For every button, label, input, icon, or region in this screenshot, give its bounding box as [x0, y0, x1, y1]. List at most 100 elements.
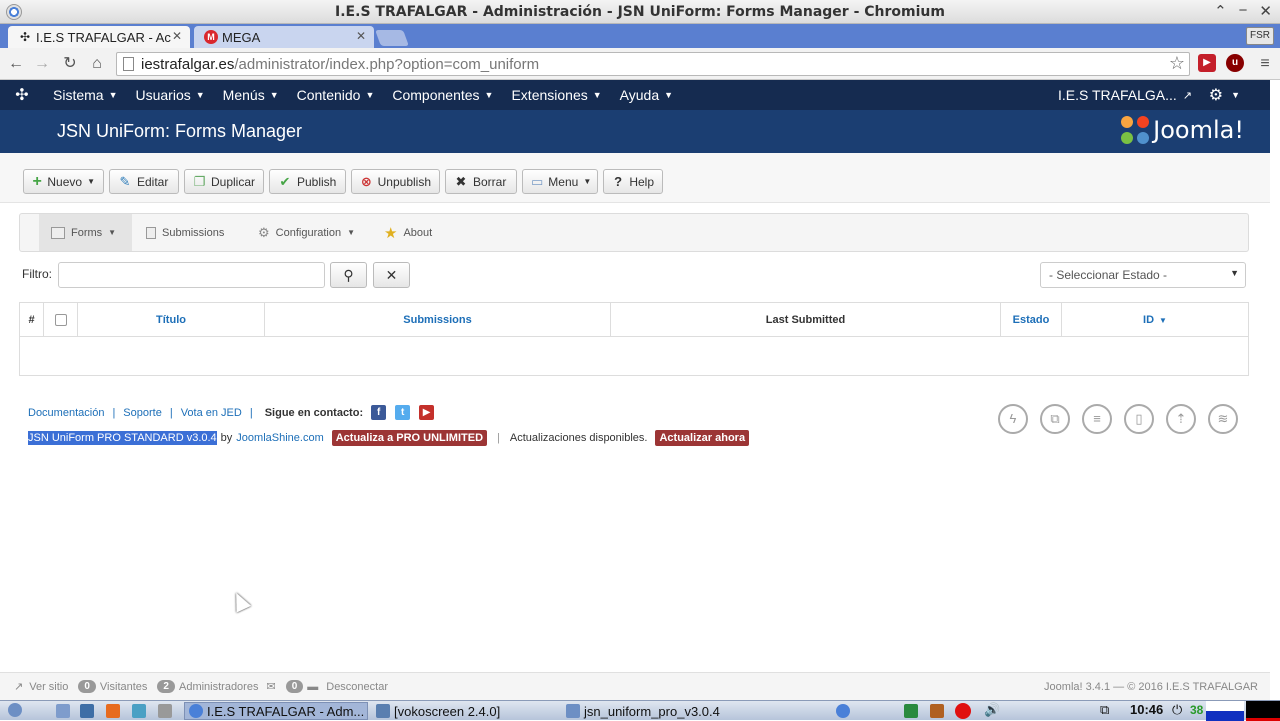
select-all-cell [44, 303, 78, 337]
menu-componentes[interactable]: Componentes ▼ [383, 87, 502, 103]
firefox-icon[interactable] [106, 704, 120, 718]
file-manager-icon[interactable] [56, 704, 70, 718]
tab-mega[interactable]: M MEGA ✕ [194, 26, 374, 48]
update-now-button[interactable]: Actualizar ahora [655, 430, 750, 446]
youtube-icon[interactable]: ▶ [419, 405, 435, 420]
forward-arrow-icon[interactable]: → [32, 54, 52, 74]
subnav-about[interactable]: ★ About [372, 214, 444, 251]
page-icon [123, 57, 134, 71]
clear-filter-button[interactable]: ✕ [373, 262, 410, 288]
caret-down-icon: ▼ [365, 90, 375, 100]
logout-link[interactable]: Desconectar [326, 681, 388, 693]
taskbar-folder[interactable]: jsn_uniform_pro_v3.0.4 [562, 702, 792, 720]
external-link-icon: ↗ [14, 681, 24, 693]
home-icon[interactable]: ⌂ [87, 54, 107, 74]
upgrade-badge[interactable]: Actualiza a PRO UNLIMITED [331, 430, 488, 446]
joomla-menu-icon[interactable]: ✣ [0, 85, 44, 105]
close-icon: ✖ [455, 173, 467, 189]
window-maximize-button[interactable]: ⌃ [1214, 2, 1227, 20]
power-icon[interactable]: ⏻ [1172, 702, 1182, 718]
nuevo-button[interactable]: + Nuevo ▼ [23, 169, 104, 194]
bookmark-star-icon[interactable]: ☆ [1169, 53, 1185, 74]
twitter-icon[interactable]: t [395, 405, 411, 420]
column-last-submitted: Last Submitted [611, 303, 1001, 337]
filter-label: Filtro: [22, 267, 52, 281]
extension-icon[interactable]: ▶ [1198, 54, 1216, 72]
menu-usuarios[interactable]: Usuarios ▼ [127, 87, 214, 103]
column-state[interactable]: Estado [1001, 303, 1062, 337]
menu-menus[interactable]: Menús ▼ [214, 87, 288, 103]
tab-close-icon[interactable]: ✕ [356, 29, 366, 43]
site-link[interactable]: I.E.S TRAFALGA... ↗ [1058, 87, 1192, 103]
profile-badge[interactable]: FSR [1246, 27, 1274, 45]
window-icon[interactable] [158, 704, 172, 718]
menu-extensiones[interactable]: Extensiones ▼ [502, 87, 610, 103]
documentacion-link[interactable]: Documentación [28, 407, 104, 419]
soporte-link[interactable]: Soporte [123, 407, 162, 419]
subnav-submissions[interactable]: Submissions [134, 214, 236, 251]
database-icon[interactable]: ≡ [1082, 404, 1112, 434]
tray-app-icon[interactable] [904, 704, 918, 718]
subnav-forms[interactable]: Forms ▼ [39, 214, 132, 251]
joomla-top-menu: ✣ Sistema ▼ Usuarios ▼ Menús ▼ Contenido ▼ C… [0, 80, 1270, 110]
window-close-button[interactable]: ✕ [1259, 2, 1272, 20]
search-button[interactable]: ⚲ [330, 262, 367, 288]
mobile-icon[interactable]: ▯ [1124, 404, 1154, 434]
user-settings-menu[interactable]: ⚙ ▼ [1209, 85, 1240, 105]
launcher-icon[interactable] [80, 704, 94, 718]
back-arrow-icon[interactable]: ← [6, 54, 26, 74]
address-bar[interactable]: iestrafalgar.es/administrator/index.php?… [116, 52, 1190, 76]
unpublish-button[interactable]: ⊗ Unpublish [351, 169, 440, 194]
monitor-icon[interactable] [132, 704, 146, 718]
vendor-link[interactable]: JoomlaShine.com [236, 432, 323, 444]
tab-trafalgar[interactable]: ✣ I.E.S TRAFALGAR - Ac ✕ [8, 26, 190, 48]
filter-input[interactable] [58, 262, 325, 288]
ver-sitio-link[interactable]: Ver sitio [29, 681, 68, 693]
close-icon: ✕ [385, 267, 398, 283]
reload-icon[interactable]: ↻ [60, 54, 80, 74]
ublock-icon[interactable]: u [1226, 54, 1244, 72]
mail-icon[interactable]: ✉ [266, 680, 275, 693]
borrar-button[interactable]: ✖ Borrar [445, 169, 517, 194]
check-icon: ✔ [279, 173, 291, 189]
menu-button[interactable]: ▭ Menu ▼ [522, 169, 598, 194]
stack-icon[interactable]: ≋ [1208, 404, 1238, 434]
menu-ayuda[interactable]: Ayuda ▼ [611, 87, 682, 103]
browser-toolbar: ← → ↻ ⌂ iestrafalgar.es/administrator/in… [0, 48, 1280, 80]
subnav-configuration[interactable]: ⚙ Configuration ▼ [246, 214, 367, 251]
start-menu-icon[interactable] [8, 703, 22, 717]
tray-chromium-icon[interactable] [836, 704, 850, 718]
column-title[interactable]: Título [78, 303, 265, 337]
new-tab-button[interactable] [375, 30, 409, 46]
sort-down-icon: ▼ [1159, 315, 1167, 325]
lightning-icon[interactable]: ϟ [998, 404, 1028, 434]
state-select[interactable]: - Seleccionar Estado - ▼ [1040, 262, 1246, 288]
menu-contenido[interactable]: Contenido ▼ [288, 87, 384, 103]
menu-sistema[interactable]: Sistema ▼ [44, 87, 127, 103]
volume-icon[interactable]: 🔊 [984, 702, 1000, 718]
select-all-checkbox[interactable] [54, 314, 67, 326]
help-button[interactable]: ? Help [603, 169, 663, 194]
mail-count: 0 [285, 680, 304, 693]
layers-overlap-icon[interactable]: ⧉ [1040, 404, 1070, 434]
editar-button[interactable]: ✎ Editar [109, 169, 179, 194]
menu-icon: ▭ [531, 173, 544, 189]
column-id[interactable]: ID ▼ [1062, 303, 1248, 337]
network-icon[interactable]: ⧉ [1100, 702, 1109, 718]
tray-battery-icon[interactable] [930, 704, 944, 718]
window-title: I.E.S TRAFALGAR - Administración - JSN U… [335, 3, 945, 20]
column-submissions[interactable]: Submissions [265, 303, 611, 337]
gear-icon: ⚙ [258, 224, 270, 240]
duplicar-button[interactable]: ❐ Duplicar [184, 169, 264, 194]
facebook-icon[interactable]: f [371, 405, 387, 420]
window-minimize-button[interactable]: − [1239, 2, 1248, 20]
chrome-menu-icon[interactable]: ≡ [1255, 54, 1275, 74]
taskbar-vokoscreen[interactable]: [vokoscreen 2.4.0] [372, 702, 558, 720]
taskbar-chromium[interactable]: I.E.S TRAFALGAR - Adm... [184, 702, 368, 720]
record-icon[interactable] [955, 703, 971, 719]
chevron-down-icon: ▼ [1230, 268, 1239, 278]
publish-button[interactable]: ✔ Publish [269, 169, 346, 194]
upload-icon[interactable]: ⇡ [1166, 404, 1196, 434]
tab-close-icon[interactable]: ✕ [172, 29, 182, 43]
vota-jed-link[interactable]: Vota en JED [181, 407, 242, 419]
